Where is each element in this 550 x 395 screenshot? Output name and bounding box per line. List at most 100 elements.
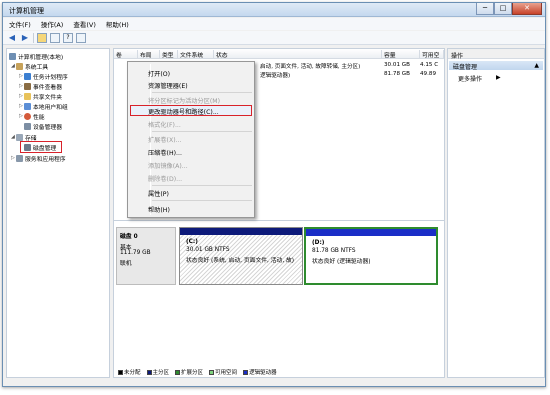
- tree-label: 设备管理器: [33, 124, 62, 131]
- menu-mark-active: 将分区标记为活动分区(M): [148, 98, 221, 105]
- collapse-arrow-icon: ▲: [534, 62, 539, 69]
- actions-disk-management[interactable]: 磁盘管理 ▲: [449, 61, 543, 71]
- legend-logical: 逻辑驱动器: [243, 368, 277, 376]
- device-manager-icon: [24, 122, 31, 130]
- menu-view[interactable]: 查看(V): [73, 19, 96, 29]
- computer-management-window: 计算机管理 ─ □ ✕ 文件(F) 操作(A) 查看(V) 帮助(H) ◀ ▶ …: [2, 2, 546, 387]
- tree-task-scheduler[interactable]: ▷ 任务计划程序: [19, 72, 68, 81]
- tree-root[interactable]: 计算机管理(本地): [9, 52, 64, 61]
- row-c-free: 4.15 C: [420, 62, 439, 68]
- tree-system-tools[interactable]: ◢ 系统工具: [11, 62, 49, 71]
- tree-label: 服务和应用程序: [25, 156, 66, 163]
- toolbar-divider: [33, 32, 34, 43]
- tree-label: 共享文件夹: [33, 94, 62, 101]
- legend: 未分配 主分区 扩展分区 可用空间 逻辑驱动器: [118, 368, 280, 376]
- tree-label: 任务计划程序: [33, 74, 68, 81]
- menu-help[interactable]: 帮助(H): [106, 19, 129, 29]
- tree-label: 系统工具: [25, 64, 49, 71]
- tools-icon: [16, 62, 23, 70]
- row-d-free: 49.89: [420, 71, 437, 77]
- maximize-button[interactable]: □: [494, 3, 512, 15]
- clock-icon: [24, 72, 31, 80]
- shared-folder-icon: [24, 92, 31, 100]
- menu-action[interactable]: 操作(A): [41, 19, 64, 29]
- tree-storage[interactable]: ◢ 存储: [11, 133, 37, 142]
- menu-extend: 扩展卷(X)...: [148, 137, 182, 144]
- actions-pane: 操作 磁盘管理 ▲ 更多操作 ▶: [447, 48, 545, 378]
- menu-delete: 删除卷(D)...: [148, 176, 183, 183]
- back-icon[interactable]: ◀: [7, 33, 17, 43]
- disk-management-highlight: [20, 141, 62, 153]
- partition-d[interactable]: (D:) 81.78 GB NTFS 状态良好 (逻辑驱动器): [304, 227, 438, 285]
- actions-selected-label: 磁盘管理: [453, 64, 478, 71]
- disk-status: 联机: [120, 261, 132, 267]
- properties-icon[interactable]: [76, 32, 86, 43]
- row-d-capacity: 81.78 GB: [384, 71, 410, 77]
- menu-separator: [152, 131, 252, 132]
- logical-drive-bar: [306, 229, 436, 236]
- menu-open[interactable]: 打开(O): [148, 69, 170, 78]
- menu-separator: [152, 185, 252, 186]
- menu-help[interactable]: 帮助(H): [148, 205, 170, 214]
- disk-size: 111.79 GB: [120, 250, 151, 256]
- menu-shrink[interactable]: 压缩卷(H)...: [148, 148, 182, 157]
- event-log-icon: [24, 82, 31, 90]
- tree-root-label: 计算机管理(本地): [18, 54, 64, 61]
- row-d-status[interactable]: 逻辑驱动器): [260, 71, 290, 79]
- partition-c[interactable]: (C:) 30.01 GB NTFS 状态良好 (系统, 启动, 页面文件, 活…: [179, 227, 303, 285]
- context-menu: 打开(O) 资源管理器(E) 将分区标记为活动分区(M) 更改驱动器号和路径(C…: [127, 61, 255, 218]
- primary-partition-bar: [180, 228, 302, 235]
- partition-c-label: (C:): [186, 239, 198, 245]
- help-icon[interactable]: ?: [63, 32, 73, 43]
- tree-performance[interactable]: ▷ 性能: [19, 112, 45, 121]
- partition-d-label: (D:): [312, 240, 325, 246]
- toolbar: ◀ ▶ ?: [3, 31, 545, 45]
- col-filesystem[interactable]: 文件系统: [178, 50, 214, 59]
- row-c-capacity: 30.01 GB: [384, 62, 410, 68]
- submenu-arrow-icon: ▶: [496, 74, 501, 81]
- tree-label: 本地用户和组: [33, 104, 68, 111]
- close-button[interactable]: ✕: [512, 3, 542, 15]
- computer-icon: [9, 52, 16, 60]
- col-capacity[interactable]: 容量: [382, 50, 420, 59]
- partition-c-status: 状态良好 (系统, 启动, 页面文件, 活动, 故): [186, 258, 295, 264]
- col-free[interactable]: 可用空: [420, 50, 444, 59]
- tree-shared-folders[interactable]: ▷ 共享文件夹: [19, 92, 62, 101]
- menu-add-mirror: 添加镜像(A)...: [148, 163, 188, 170]
- menu-file[interactable]: 文件(F): [9, 19, 31, 29]
- partition-d-size: 81.78 GB NTFS: [312, 248, 356, 254]
- disk-0-info[interactable]: 磁盘 0 基本 111.79 GB 联机: [116, 227, 176, 285]
- menu-properties[interactable]: 属性(P): [148, 189, 169, 198]
- tree-event-viewer[interactable]: ▷ 事件查看器: [19, 82, 62, 91]
- title-bar: 计算机管理 ─ □ ✕: [3, 3, 545, 17]
- services-icon: [16, 154, 23, 162]
- more-actions-label: 更多操作: [458, 76, 483, 83]
- col-type[interactable]: 类型: [160, 50, 178, 59]
- col-status[interactable]: 状态: [214, 50, 382, 59]
- console-tree: 计算机管理(本地) ◢ 系统工具 ▷ 任务计划程序 ▷ 事件查看器 ▷ 共享文件…: [6, 48, 110, 378]
- console-tree-icon[interactable]: [50, 32, 60, 43]
- legend-free-space: 可用空间: [209, 368, 237, 376]
- tree-device-manager[interactable]: 设备管理器: [24, 122, 62, 131]
- tree-label: 事件查看器: [33, 84, 62, 91]
- menu-bar: 文件(F) 操作(A) 查看(V) 帮助(H): [3, 18, 545, 30]
- window-title: 计算机管理: [9, 7, 44, 15]
- users-icon: [24, 102, 31, 110]
- tree-services[interactable]: ▷ 服务和应用程序: [11, 154, 66, 163]
- minimize-button[interactable]: ─: [476, 3, 494, 15]
- menu-change-drive-letter[interactable]: 更改驱动器号和路径(C)...: [148, 107, 219, 116]
- partition-c-size: 30.01 GB NTFS: [186, 247, 230, 253]
- forward-icon[interactable]: ▶: [20, 33, 30, 43]
- disk-graphical-view: 磁盘 0 基本 111.79 GB 联机 (C:) 30.01 GB NTFS …: [114, 220, 444, 377]
- row-c-status[interactable]: 启动, 页面文件, 活动, 故障转储, 主分区): [260, 62, 360, 70]
- col-layout[interactable]: 布局: [138, 50, 160, 59]
- col-volume[interactable]: 卷: [114, 50, 138, 59]
- menu-explore[interactable]: 资源管理器(E): [148, 81, 188, 90]
- folder-icon[interactable]: [37, 32, 47, 43]
- tree-label: 性能: [33, 114, 45, 121]
- legend-extended: 扩展分区: [175, 368, 203, 376]
- menu-format: 格式化(F)...: [148, 122, 181, 129]
- tree-local-users[interactable]: ▷ 本地用户和组: [19, 102, 68, 111]
- volume-list-header: 卷 布局 类型 文件系统 状态 容量 可用空: [114, 49, 444, 59]
- more-actions[interactable]: 更多操作 ▶: [458, 74, 501, 83]
